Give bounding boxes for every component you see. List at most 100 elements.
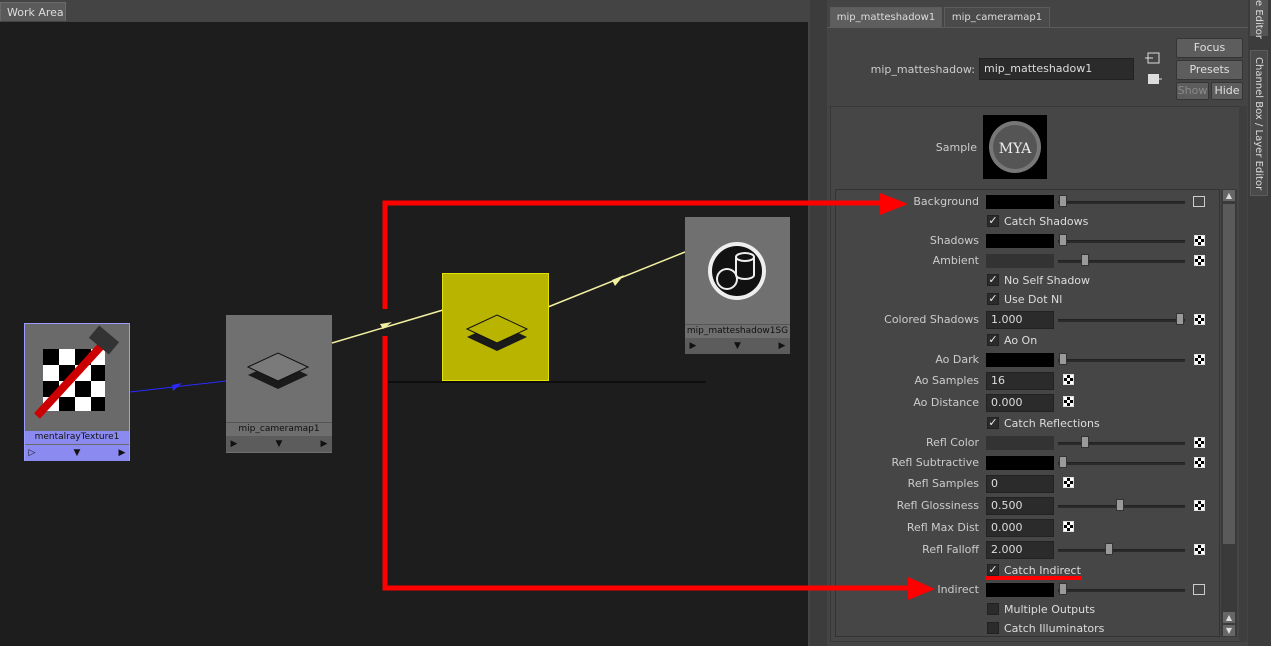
- colored-shadows-slider-thumb[interactable]: [1176, 313, 1184, 325]
- node-mentalray-texture[interactable]: mentalrayTexture1 ▷ ▼ ▶: [24, 323, 130, 461]
- ambient-slider[interactable]: [1058, 260, 1185, 263]
- ambient-texture-icon[interactable]: [1194, 255, 1205, 266]
- presets-button[interactable]: Presets: [1176, 60, 1243, 80]
- shadows-slider-thumb[interactable]: [1059, 234, 1067, 246]
- refl-falloff-field[interactable]: 2.000: [986, 541, 1054, 559]
- ao-dark-texture-icon[interactable]: [1194, 354, 1205, 365]
- texture-checker-icon: [34, 325, 120, 419]
- multiple-outputs-checkbox[interactable]: [987, 603, 999, 615]
- ao-distance-field[interactable]: 0.000: [986, 394, 1054, 412]
- refl-subtractive-slider[interactable]: [1058, 462, 1185, 465]
- scroll-down-arrow-icon[interactable]: ▼: [1223, 625, 1235, 636]
- side-tab-strip: e Editor Channel Box / Layer Editor: [1248, 0, 1271, 646]
- refl-glossiness-label: Refl Glossiness: [896, 499, 979, 512]
- indirect-slider[interactable]: [1058, 589, 1185, 592]
- colored-shadows-slider[interactable]: [1058, 319, 1185, 322]
- refl-samples-texture-icon[interactable]: [1063, 477, 1074, 488]
- expand-icon[interactable]: ▼: [39, 445, 115, 461]
- background-slider[interactable]: [1058, 201, 1185, 204]
- refl-max-dist-field[interactable]: 0.000: [986, 519, 1054, 537]
- ao-on-checkbox[interactable]: ✓: [987, 334, 999, 346]
- catch-indirect-checkbox[interactable]: ✓: [987, 564, 999, 576]
- refl-subtractive-texture-icon[interactable]: [1194, 457, 1205, 468]
- refl-glossiness-slider-thumb[interactable]: [1116, 499, 1124, 511]
- indirect-slider-thumb[interactable]: [1059, 583, 1067, 595]
- ao-dark-color-swatch[interactable]: [986, 353, 1054, 367]
- ambient-slider-thumb[interactable]: [1081, 254, 1089, 266]
- shadows-color-swatch[interactable]: [986, 234, 1054, 248]
- no-self-shadow-checkbox[interactable]: ✓: [987, 274, 999, 286]
- output-port-icon[interactable]: ▶: [774, 338, 790, 354]
- expand-icon[interactable]: ▼: [242, 436, 316, 452]
- refl-glossiness-texture-icon[interactable]: [1194, 500, 1205, 511]
- scroll-down-arrow-icon[interactable]: ▲: [1223, 612, 1235, 623]
- shadows-slider[interactable]: [1058, 240, 1185, 243]
- tab-mip-matteshadow1[interactable]: mip_matteshadow1: [830, 7, 942, 27]
- input-port-icon[interactable]: ▶: [226, 436, 242, 452]
- ao-samples-texture-icon[interactable]: [1063, 374, 1074, 385]
- colored-shadows-texture-icon[interactable]: [1194, 314, 1205, 325]
- refl-max-dist-texture-icon[interactable]: [1063, 521, 1074, 532]
- refl-color-swatch[interactable]: [986, 436, 1054, 450]
- background-map-icon[interactable]: [1193, 196, 1205, 207]
- maya-logo-icon: MYA: [989, 121, 1041, 173]
- refl-color-slider[interactable]: [1058, 442, 1185, 445]
- colored-shadows-label: Colored Shadows: [884, 313, 979, 326]
- use-dot-nl-checkbox[interactable]: ✓: [987, 293, 999, 305]
- node-name-field[interactable]: mip_matteshadow1: [979, 58, 1134, 80]
- refl-falloff-slider-thumb[interactable]: [1105, 543, 1113, 555]
- node-shading-group[interactable]: mip_matteshadow1SG ▶ ▼ ▶: [685, 217, 790, 354]
- indirect-map-icon[interactable]: [1193, 584, 1205, 595]
- background-slider-thumb[interactable]: [1059, 195, 1067, 207]
- input-port-icon[interactable]: ▶: [685, 338, 701, 354]
- refl-subtractive-slider-thumb[interactable]: [1059, 456, 1067, 468]
- refl-subtractive-label: Refl Subtractive: [891, 456, 979, 469]
- show-button[interactable]: Show: [1176, 82, 1209, 100]
- node-toolbar: ▷ ▼ ▶: [25, 445, 129, 461]
- refl-samples-field[interactable]: 0: [986, 475, 1054, 493]
- shadows-label: Shadows: [929, 234, 979, 247]
- refl-color-label: Refl Color: [925, 436, 979, 449]
- ambient-color-swatch[interactable]: [986, 254, 1054, 268]
- refl-subtractive-color-swatch[interactable]: [986, 456, 1054, 470]
- colored-shadows-field[interactable]: 1.000: [986, 311, 1054, 329]
- ao-samples-field[interactable]: 16: [986, 372, 1054, 390]
- ao-dark-slider[interactable]: [1058, 359, 1185, 362]
- input-connections-icon[interactable]: [1145, 52, 1160, 64]
- refl-color-texture-icon[interactable]: [1194, 437, 1205, 448]
- connection-cameramap-to-middle: [331, 309, 444, 344]
- background-color-swatch[interactable]: [986, 195, 1054, 209]
- attribute-editor-panel: mip_matteshadow1 mip_cameramap1 mip_matt…: [827, 0, 1248, 646]
- refl-samples-label: Refl Samples: [907, 477, 979, 490]
- channel-box-side-tab[interactable]: Channel Box / Layer Editor: [1250, 50, 1268, 196]
- hide-button[interactable]: Hide: [1211, 82, 1243, 100]
- refl-falloff-slider[interactable]: [1058, 549, 1185, 552]
- panel-scrollbar[interactable]: [1239, 106, 1247, 642]
- ao-dark-slider-thumb[interactable]: [1059, 353, 1067, 365]
- catch-reflections-checkbox[interactable]: ✓: [987, 417, 999, 429]
- sample-swatch: MYA: [983, 115, 1047, 179]
- scrollbar-thumb[interactable]: [1223, 204, 1235, 544]
- indirect-color-swatch[interactable]: [986, 583, 1054, 597]
- node-toolbar: ▶ ▼ ▶: [685, 338, 790, 354]
- refl-falloff-texture-icon[interactable]: [1194, 544, 1205, 555]
- scroll-up-arrow-icon[interactable]: ▲: [1223, 190, 1235, 201]
- shading-group-icon: [708, 242, 766, 300]
- expand-icon[interactable]: ▼: [701, 338, 774, 354]
- refl-glossiness-field[interactable]: 0.500: [986, 497, 1054, 515]
- output-port-icon[interactable]: ▶: [316, 436, 332, 452]
- tab-mip-cameramap1[interactable]: mip_cameramap1: [944, 7, 1050, 27]
- catch-illuminators-checkbox[interactable]: [987, 622, 999, 634]
- input-port-icon[interactable]: ▷: [25, 445, 39, 461]
- panel-separator[interactable]: [810, 0, 827, 646]
- shadows-texture-icon[interactable]: [1194, 235, 1205, 246]
- output-connections-icon[interactable]: [1148, 74, 1162, 84]
- output-port-icon[interactable]: ▶: [115, 445, 129, 461]
- node-mip-matteshadow-selected[interactable]: [442, 273, 549, 381]
- ao-distance-texture-icon[interactable]: [1063, 396, 1074, 407]
- node-mip-cameramap[interactable]: mip_cameramap1 ▶ ▼ ▶: [226, 315, 332, 453]
- refl-color-slider-thumb[interactable]: [1081, 436, 1089, 448]
- catch-shadows-checkbox[interactable]: ✓: [987, 215, 999, 227]
- focus-button[interactable]: Focus: [1176, 38, 1243, 58]
- attribute-editor-side-tab[interactable]: e Editor: [1250, 0, 1268, 39]
